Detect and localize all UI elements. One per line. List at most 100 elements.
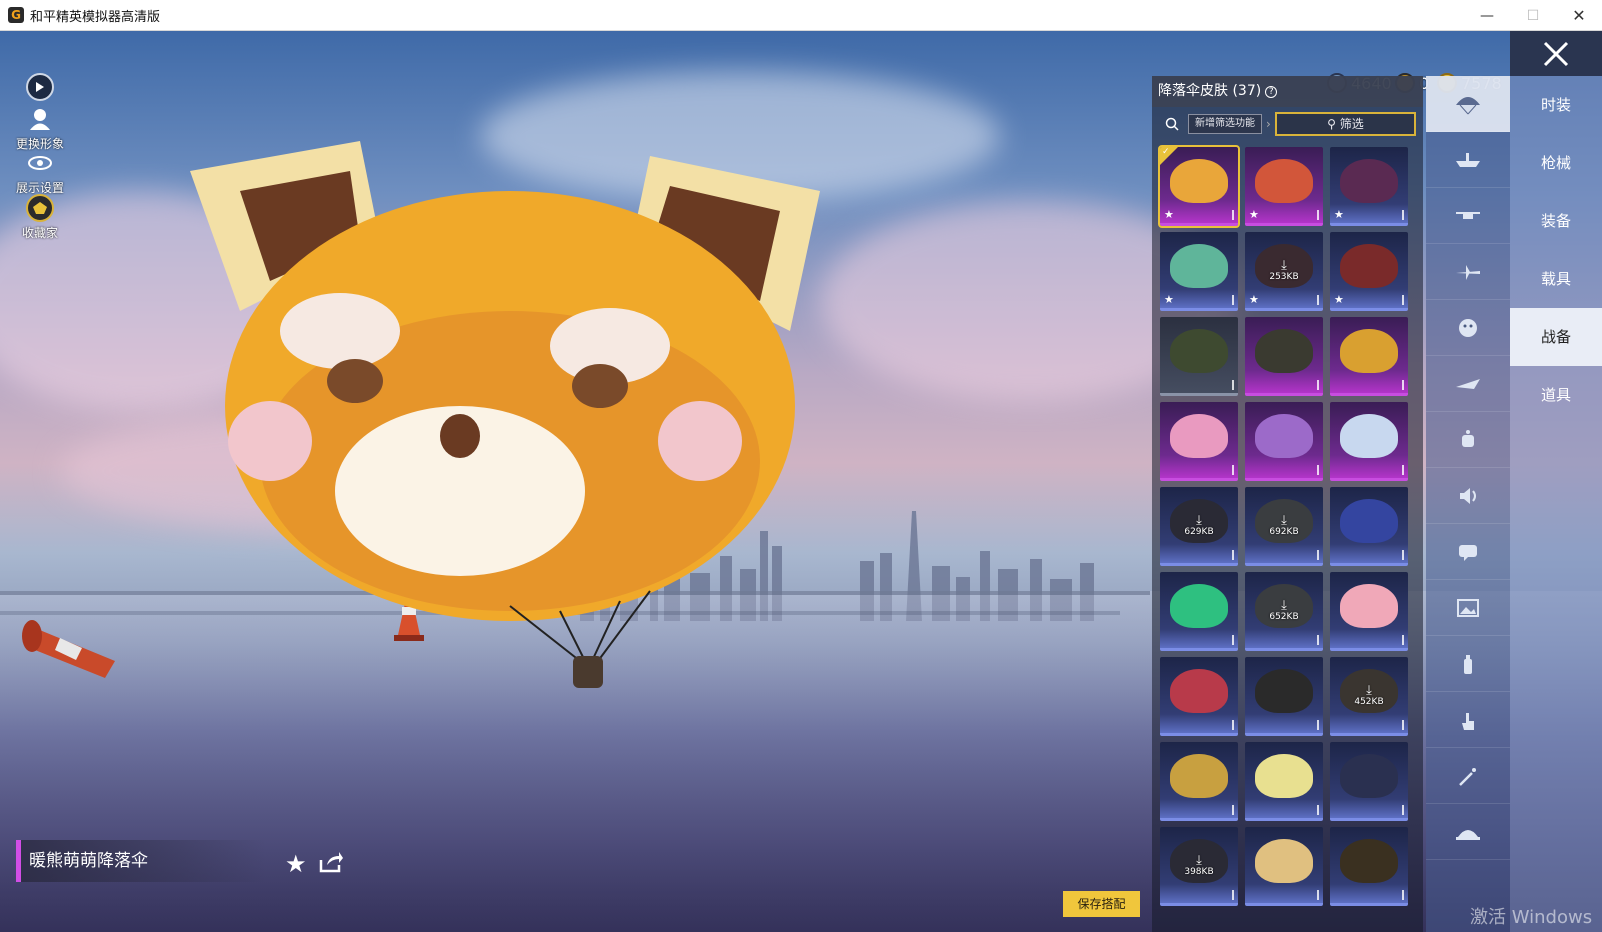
favorite-star-icon[interactable]: ★ bbox=[285, 850, 307, 878]
skin-tile[interactable] bbox=[1160, 572, 1238, 651]
tile-indicator bbox=[1317, 465, 1319, 475]
parachute-thumbnail-icon bbox=[1170, 159, 1228, 203]
tab-3[interactable]: 载具 bbox=[1510, 250, 1602, 308]
collector-label: 收藏家 bbox=[21, 226, 58, 240]
category-robot[interactable] bbox=[1426, 412, 1510, 468]
category-glider[interactable] bbox=[1426, 356, 1510, 412]
category-speaker[interactable] bbox=[1426, 468, 1510, 524]
skin-tile[interactable] bbox=[1330, 572, 1408, 651]
window-title: 和平精英模拟器高清版 bbox=[30, 9, 161, 25]
tab-0[interactable]: 时装 bbox=[1510, 76, 1602, 134]
photo-frame-icon bbox=[1457, 598, 1479, 617]
category-emote-face[interactable] bbox=[1426, 300, 1510, 356]
skin-tile[interactable]: ★ bbox=[1160, 232, 1238, 311]
skin-tile[interactable] bbox=[1245, 402, 1323, 481]
category-spray-can[interactable] bbox=[1426, 636, 1510, 692]
skin-tile[interactable] bbox=[1245, 742, 1323, 821]
filter-button[interactable]: ⚲ 筛选 bbox=[1274, 112, 1416, 136]
download-size-text: 629KB bbox=[1184, 527, 1214, 537]
download-size-label: ⤓ 452KB bbox=[1330, 683, 1408, 707]
parachute-thumbnail-icon bbox=[1170, 669, 1228, 713]
close-window-button[interactable]: ✕ bbox=[1556, 0, 1602, 31]
category-hat[interactable] bbox=[1426, 804, 1510, 860]
parachute-thumbnail-icon bbox=[1255, 329, 1313, 373]
skin-tile[interactable] bbox=[1160, 657, 1238, 736]
save-outfit-button[interactable]: 保存搭配 bbox=[1063, 891, 1140, 917]
skin-tile[interactable]: ⤓ 652KB bbox=[1245, 572, 1323, 651]
display-settings-button[interactable]: 展示设置 bbox=[12, 149, 68, 196]
skin-tile[interactable] bbox=[1160, 402, 1238, 481]
tap-hand-icon bbox=[1462, 712, 1474, 730]
traffic-cone-icon bbox=[22, 620, 115, 678]
search-button[interactable] bbox=[1160, 113, 1184, 135]
skin-tile[interactable] bbox=[1160, 317, 1238, 396]
chat-bubble-icon bbox=[1459, 544, 1477, 561]
category-tap-hand[interactable] bbox=[1426, 692, 1510, 748]
category-drone[interactable] bbox=[1426, 188, 1510, 244]
collector-button[interactable]: 收藏家 bbox=[12, 194, 68, 241]
skin-tile[interactable] bbox=[1245, 317, 1323, 396]
tab-2[interactable]: 装备 bbox=[1510, 192, 1602, 250]
magic-wand-icon bbox=[1459, 767, 1476, 786]
drone-icon bbox=[1456, 211, 1480, 219]
parachute-skin-panel: 降落伞皮肤 (37)? 新增筛选功能 › ⚲ 筛选 ✓ ★ ★ ★ ★ ⤓ 253KB ★ ★ ⤓… bbox=[1152, 76, 1423, 932]
skin-tile[interactable] bbox=[1330, 317, 1408, 396]
close-panel-button[interactable] bbox=[1510, 31, 1602, 76]
skin-tile[interactable]: ⤓ 692KB bbox=[1245, 487, 1323, 566]
play-animation-button[interactable] bbox=[26, 73, 54, 101]
skin-tile[interactable] bbox=[1245, 657, 1323, 736]
tile-indicator bbox=[1402, 465, 1404, 475]
skin-tile[interactable]: ✓ ★ bbox=[1158, 145, 1240, 228]
parachute-thumbnail-icon bbox=[1255, 669, 1313, 713]
category-boat[interactable] bbox=[1426, 132, 1510, 188]
skin-tile[interactable] bbox=[1330, 827, 1408, 906]
skin-tile[interactable]: ⤓ 452KB bbox=[1330, 657, 1408, 736]
tile-indicator bbox=[1402, 720, 1404, 730]
help-icon[interactable]: ? bbox=[1265, 86, 1278, 98]
star-icon: ★ bbox=[1164, 293, 1174, 306]
download-size-label: ⤓ 652KB bbox=[1245, 599, 1323, 622]
skin-tile[interactable]: ★ bbox=[1330, 232, 1408, 311]
parachute-thumbnail-icon bbox=[1255, 414, 1313, 458]
tile-indicator bbox=[1317, 295, 1319, 305]
minimize-button[interactable]: — bbox=[1464, 0, 1510, 31]
speaker-icon bbox=[1460, 487, 1476, 504]
tab-5[interactable]: 道具 bbox=[1510, 366, 1602, 424]
skin-tile[interactable] bbox=[1330, 487, 1408, 566]
download-icon: ⤓ bbox=[1366, 683, 1372, 698]
download-size-text: 398KB bbox=[1184, 867, 1214, 877]
play-icon bbox=[36, 82, 44, 92]
filter-bar: 新增筛选功能 › ⚲ 筛选 bbox=[1160, 112, 1416, 136]
category-photo-frame[interactable] bbox=[1426, 580, 1510, 636]
skin-tile[interactable] bbox=[1330, 402, 1408, 481]
tile-indicator bbox=[1232, 720, 1234, 730]
emote-face-icon bbox=[1459, 318, 1477, 337]
parachute-thumbnail-icon bbox=[1255, 159, 1313, 203]
parachute-thumbnail-icon bbox=[1170, 244, 1228, 288]
skin-tile[interactable] bbox=[1245, 827, 1323, 906]
close-icon bbox=[1543, 41, 1569, 66]
category-chat-bubble[interactable] bbox=[1426, 524, 1510, 580]
parachute-thumbnail-icon bbox=[1170, 584, 1228, 628]
skin-tile[interactable]: ★ bbox=[1330, 147, 1408, 226]
maximize-button[interactable]: ☐ bbox=[1510, 0, 1556, 31]
category-parachute[interactable] bbox=[1426, 76, 1510, 132]
category-plane[interactable] bbox=[1426, 244, 1510, 300]
tile-indicator bbox=[1232, 805, 1234, 815]
change-avatar-button[interactable]: 更换形象 bbox=[12, 105, 68, 152]
spray-can-icon bbox=[1464, 654, 1472, 674]
skin-tile[interactable]: ⤓ 398KB bbox=[1160, 827, 1238, 906]
tab-1[interactable]: 枪械 bbox=[1510, 134, 1602, 192]
skin-tile[interactable]: ⤓ 253KB ★ bbox=[1245, 232, 1323, 311]
download-size-label: ⤓ 253KB bbox=[1245, 259, 1323, 282]
star-icon: ★ bbox=[1334, 208, 1344, 221]
skin-tile[interactable]: ★ bbox=[1245, 147, 1323, 226]
tab-4[interactable]: 战备 bbox=[1510, 308, 1602, 366]
tile-indicator bbox=[1232, 295, 1234, 305]
skin-tile[interactable] bbox=[1160, 742, 1238, 821]
skin-tile[interactable] bbox=[1330, 742, 1408, 821]
category-magic-wand[interactable] bbox=[1426, 748, 1510, 804]
tile-indicator bbox=[1402, 890, 1404, 900]
skin-tile[interactable]: ⤓ 629KB bbox=[1160, 487, 1238, 566]
share-button[interactable] bbox=[318, 850, 344, 874]
